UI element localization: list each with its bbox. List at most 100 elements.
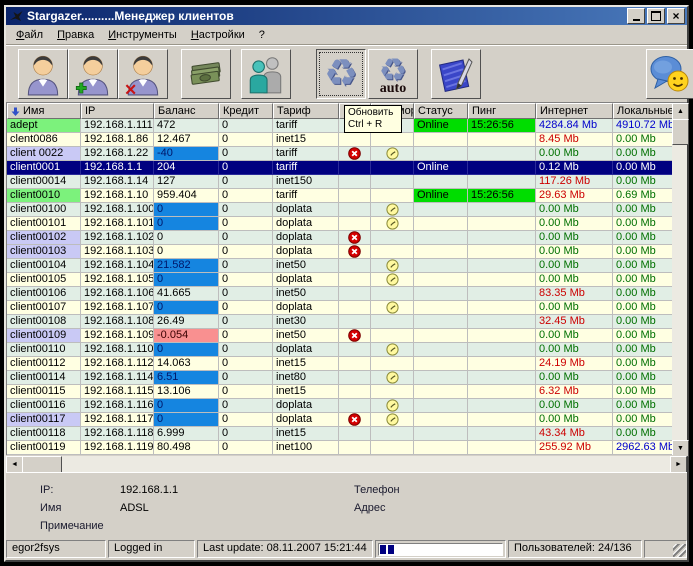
- cell-local: 0.00 Mb: [613, 147, 673, 161]
- message-button[interactable]: [646, 49, 693, 99]
- cell-internet: 0.12 Mb: [536, 161, 613, 175]
- table-row[interactable]: client00101192.168.1.10100doplata0.00 Mb…: [7, 217, 673, 231]
- column-header-ping[interactable]: Пинг: [468, 103, 536, 119]
- maximize-button[interactable]: [647, 8, 665, 24]
- cell-name: client00102: [7, 231, 81, 245]
- column-header-internet[interactable]: Интернет: [536, 103, 613, 119]
- cell-local: 0.00 Mb: [613, 301, 673, 315]
- cell-internet: 4284.84 Mb: [536, 119, 613, 133]
- table-row[interactable]: client00109192.168.1.109-0.0540inet500.0…: [7, 329, 673, 343]
- cell-tariff: inet50: [273, 329, 339, 343]
- cell-credit: 0: [219, 259, 273, 273]
- menu-tools[interactable]: Инструменты: [101, 27, 184, 43]
- cell-balance: 12.467: [154, 133, 219, 147]
- table-row[interactable]: adept192.168.1.1114720tariffOnline15:26:…: [7, 119, 673, 133]
- column-header-tariff[interactable]: Тариф: [273, 103, 339, 119]
- table-row[interactable]: client00114192.168.1.1146.510inet800.00 …: [7, 371, 673, 385]
- menu-help[interactable]: ?: [252, 27, 272, 43]
- cell-name: client00108: [7, 315, 81, 329]
- scroll-right-button[interactable]: ►: [670, 456, 687, 473]
- table-row[interactable]: client00118192.168.1.1186.9990inet1543.3…: [7, 427, 673, 441]
- cell-blocked: [339, 427, 371, 441]
- refresh-tooltip: Обновить Ctrl + R: [344, 105, 402, 133]
- table-row[interactable]: client00103192.168.1.10300doplata0.00 Mb…: [7, 245, 673, 259]
- cell-frozen: [371, 217, 414, 231]
- table-row[interactable]: client00112192.168.1.11214.0630inet1524.…: [7, 357, 673, 371]
- add-user-button[interactable]: [68, 49, 118, 99]
- table-row[interactable]: client0010192.168.1.10959.4040tariffOnli…: [7, 189, 673, 203]
- cell-blocked: [339, 231, 371, 245]
- delete-user-button[interactable]: ✕: [118, 49, 168, 99]
- cell-ping: [468, 413, 536, 427]
- vertical-scrollbar[interactable]: ▲ ▼: [672, 103, 687, 455]
- cell-name: client00110: [7, 343, 81, 357]
- blocked-icon: [348, 147, 361, 160]
- menu-settings[interactable]: Настройки: [184, 27, 252, 43]
- table-row[interactable]: clent0086192.168.1.8612.4670inet158.45 M…: [7, 133, 673, 147]
- horizontal-scroll-thumb[interactable]: [22, 456, 62, 473]
- cell-ip: 192.168.1.14: [81, 175, 154, 189]
- table-row[interactable]: client00108192.168.1.10826.490inet3032.4…: [7, 315, 673, 329]
- close-button[interactable]: ×: [667, 8, 685, 24]
- column-header-ip[interactable]: IP: [81, 103, 154, 119]
- column-header-name[interactable]: Имя: [7, 103, 81, 119]
- refresh-button[interactable]: ♻: [316, 49, 366, 99]
- scroll-left-button[interactable]: ◄: [6, 456, 23, 473]
- cell-frozen: [371, 441, 414, 455]
- payment-button[interactable]: [181, 49, 231, 99]
- table-row[interactable]: client00117192.168.1.11700doplata0.00 Mb…: [7, 413, 673, 427]
- cell-credit: 0: [219, 343, 273, 357]
- cell-local: 0.00 Mb: [613, 203, 673, 217]
- table-row[interactable]: client00106192.168.1.10641.6650inet5083.…: [7, 287, 673, 301]
- table-row[interactable]: client0001192.168.1.12040tariffOnline0.1…: [7, 161, 673, 175]
- cell-local: 0.00 Mb: [613, 273, 673, 287]
- cell-blocked: [339, 189, 371, 203]
- column-header-local[interactable]: Локальные р: [613, 103, 673, 119]
- cell-frozen: [371, 329, 414, 343]
- menu-edit[interactable]: Правка: [50, 27, 101, 43]
- cell-ping: [468, 315, 536, 329]
- table-row[interactable]: client00104192.168.1.10421.5820inet500.0…: [7, 259, 673, 273]
- cell-status: [414, 357, 468, 371]
- table-row[interactable]: client00014192.168.1.141270inet150117.26…: [7, 175, 673, 189]
- table-row[interactable]: client00107192.168.1.10700doplata0.00 Mb…: [7, 301, 673, 315]
- table-row[interactable]: client00115192.168.1.11513.1060inet156.3…: [7, 385, 673, 399]
- phone-label: Телефон: [354, 484, 400, 496]
- cell-frozen: [371, 175, 414, 189]
- menu-file[interactable]: Файл: [9, 27, 50, 43]
- cell-name: client00103: [7, 245, 81, 259]
- cell-name: clent0086: [7, 133, 81, 147]
- users-group-button[interactable]: [241, 49, 291, 99]
- table-row[interactable]: client 0022192.168.1.22-400tariff0.00 Mb…: [7, 147, 673, 161]
- cell-status: [414, 343, 468, 357]
- cell-tariff: inet50: [273, 287, 339, 301]
- cell-ping: [468, 133, 536, 147]
- column-header-status[interactable]: Статус: [414, 103, 468, 119]
- frozen-clock-icon: [386, 399, 399, 412]
- cell-balance: 127: [154, 175, 219, 189]
- table-row[interactable]: client00100192.168.1.10000doplata0.00 Mb…: [7, 203, 673, 217]
- notes-button[interactable]: [431, 49, 481, 99]
- cell-name: client0010: [7, 189, 81, 203]
- cell-ping: [468, 287, 536, 301]
- table-row[interactable]: client00119192.168.1.11980.4980inet10025…: [7, 441, 673, 455]
- horizontal-scrollbar[interactable]: ◄ ►: [6, 455, 687, 472]
- cell-balance: -0.054: [154, 329, 219, 343]
- vertical-scroll-thumb[interactable]: [672, 119, 689, 145]
- cell-credit: 0: [219, 189, 273, 203]
- table-row[interactable]: client00116192.168.1.11600doplata0.00 Mb…: [7, 399, 673, 413]
- cell-local: 4910.72 Mb: [613, 119, 673, 133]
- minimize-button[interactable]: [627, 8, 645, 24]
- table-row[interactable]: client00102192.168.1.10200doplata0.00 Mb…: [7, 231, 673, 245]
- column-header-credit[interactable]: Кредит: [219, 103, 273, 119]
- table-row[interactable]: client00110192.168.1.11000doplata0.00 Mb…: [7, 343, 673, 357]
- resize-grip[interactable]: [673, 544, 686, 557]
- auto-refresh-button[interactable]: ♻ auto: [368, 49, 418, 99]
- column-header-balance[interactable]: Баланс: [154, 103, 219, 119]
- recycle-icon: ♻: [324, 52, 358, 96]
- cell-tariff: inet15: [273, 133, 339, 147]
- user-button[interactable]: [18, 49, 68, 99]
- table-row[interactable]: client00105192.168.1.10500doplata0.00 Mb…: [7, 273, 673, 287]
- scroll-up-button[interactable]: ▲: [672, 103, 689, 120]
- cell-local: 0.00 Mb: [613, 217, 673, 231]
